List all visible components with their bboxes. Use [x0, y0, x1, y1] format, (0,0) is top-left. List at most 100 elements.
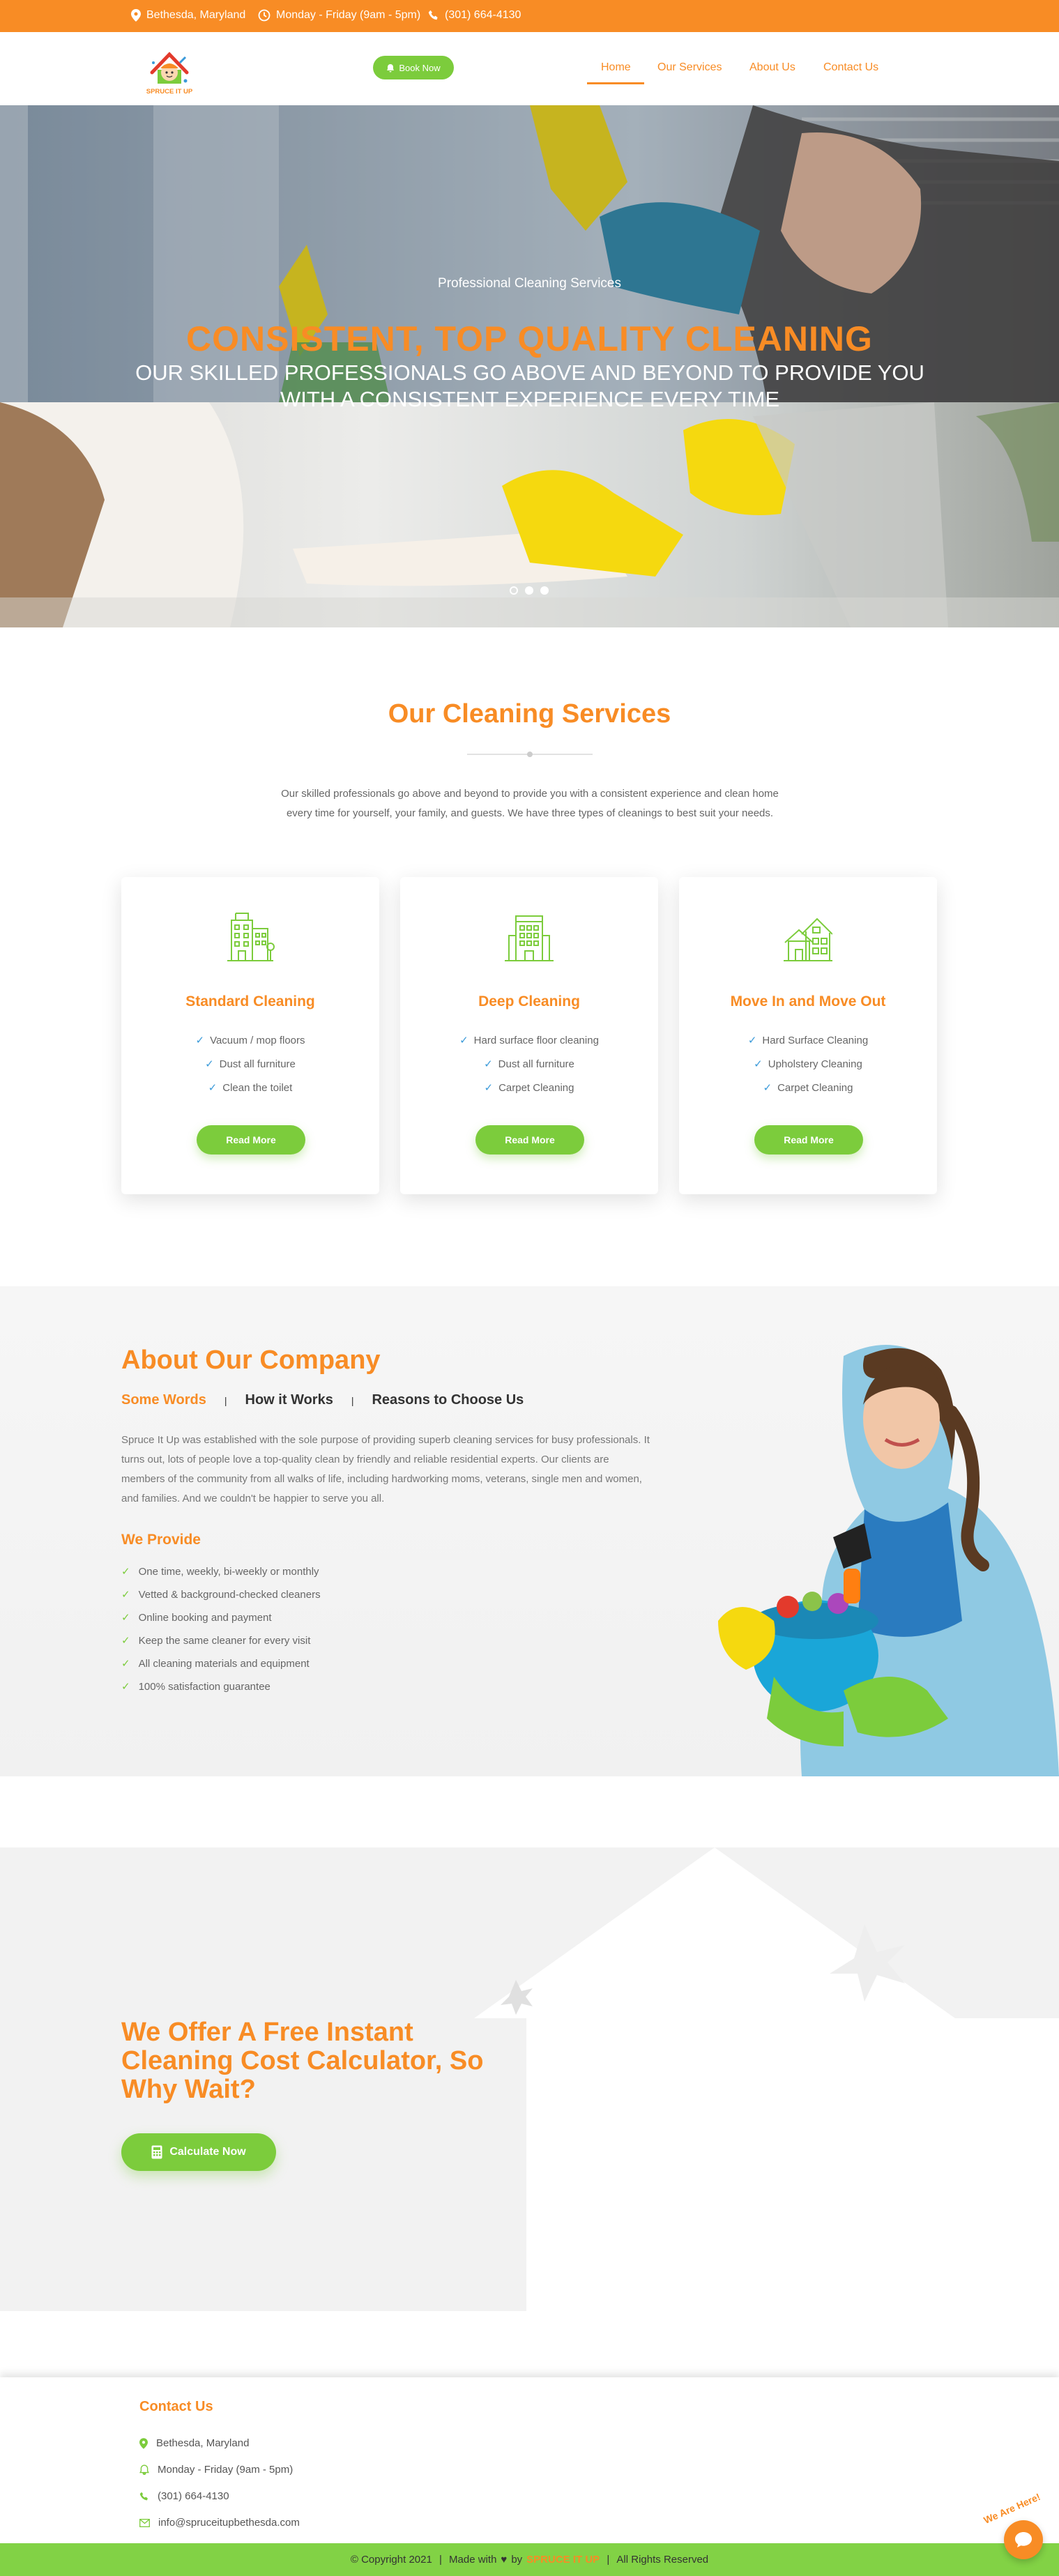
- copyright-separator: |: [436, 2554, 445, 2566]
- check-icon: ✓: [763, 1082, 772, 1094]
- check-icon: ✓: [484, 1082, 494, 1094]
- topbar-phone-text[interactable]: (301) 664-4130: [445, 9, 521, 22]
- list-item: ✓ Vacuum / mop floors: [195, 1035, 305, 1046]
- check-icon: ✓: [121, 1612, 130, 1624]
- footer-email-text[interactable]: info@spruceitupbethesda.com: [158, 2517, 300, 2529]
- by-text: by: [511, 2554, 523, 2566]
- topbar-hours-text: Monday - Friday (9am - 5pm): [276, 9, 421, 21]
- provide-title: We Provide: [121, 1532, 201, 1548]
- check-icon: ✓: [121, 1635, 130, 1647]
- tab-separator: |: [224, 1394, 227, 1406]
- house-shape-background: [474, 1847, 1059, 2311]
- about-tabs: Some Words | How it Works | Reasons to C…: [121, 1392, 524, 1408]
- tab-some-words[interactable]: Some Words: [121, 1392, 206, 1408]
- envelope-icon: [139, 2518, 150, 2527]
- service-card-list: ✓ Vacuum / mop floors ✓ Dust all furniture…: [121, 1029, 379, 1100]
- slider-dot-2[interactable]: [525, 586, 533, 595]
- footer-hours-text: Monday - Friday (9am - 5pm): [158, 2464, 294, 2476]
- service-card-standard: Standard Cleaning ✓ Vacuum / mop floors ✓…: [121, 877, 379, 1194]
- check-icon: ✓: [208, 1082, 218, 1094]
- nav-our-services[interactable]: Our Services: [657, 61, 722, 74]
- chat-bubble-icon: [1015, 2532, 1032, 2547]
- top-bar: Bethesda, Maryland Monday - Friday (9am …: [0, 0, 1059, 32]
- office-building-icon: [505, 915, 554, 961]
- section-divider-dot: [527, 752, 533, 757]
- service-card-title: Deep Cleaning: [478, 993, 580, 1009]
- bell-icon: [139, 2464, 149, 2475]
- topbar-location-text: Bethesda, Maryland: [146, 9, 246, 21]
- check-icon: ✓: [205, 1058, 214, 1070]
- book-now-label: Book Now: [399, 62, 441, 73]
- topbar-location: Bethesda, Maryland: [131, 9, 245, 22]
- service-card-title: Standard Cleaning: [185, 993, 315, 1009]
- footer-phone-text[interactable]: (301) 664-4130: [158, 2490, 229, 2502]
- logo-house-icon: SPRUCE IT UP: [146, 52, 193, 96]
- check-icon: ✓: [195, 1035, 205, 1046]
- tab-reasons[interactable]: Reasons to Choose Us: [372, 1392, 524, 1408]
- calculate-now-button[interactable]: Calculate Now: [121, 2133, 276, 2171]
- read-more-button[interactable]: Read More: [197, 1125, 305, 1154]
- check-icon: ✓: [747, 1035, 757, 1046]
- slider-dot-3[interactable]: [540, 586, 549, 595]
- calculator-title: We Offer A Free Instant Cleaning Cost Ca…: [121, 2018, 484, 2104]
- list-item: ✓ Carpet Cleaning: [484, 1082, 574, 1094]
- tab-how-it-works[interactable]: How it Works: [245, 1392, 333, 1408]
- rights-text: All Rights Reserved: [616, 2554, 709, 2566]
- logo[interactable]: SPRUCE IT UP: [139, 42, 199, 98]
- heart-icon: ♥: [501, 2554, 508, 2566]
- book-now-button[interactable]: Book Now: [373, 56, 454, 79]
- list-item: ✓ Online booking and payment: [121, 1612, 272, 1624]
- copyright-text: © Copyright 2021: [350, 2554, 432, 2566]
- check-icon: ✓: [121, 1566, 130, 1578]
- footer-phone[interactable]: (301) 664-4130: [139, 2490, 229, 2502]
- list-item: ✓ Upholstery Cleaning: [754, 1058, 862, 1070]
- logo-text: SPRUCE IT UP: [146, 88, 193, 96]
- list-item: ✓ Keep the same cleaner for every visit: [121, 1635, 311, 1647]
- phone-icon: [139, 2492, 148, 2500]
- slider-dot-1[interactable]: [510, 586, 518, 595]
- header: SPRUCE IT UP Book Now Home Our Services …: [0, 32, 1059, 105]
- calculate-now-label: Calculate Now: [169, 2146, 246, 2158]
- hero-description: OUR SKILLED PROFESSIONALS GO ABOVE AND B…: [135, 360, 924, 411]
- tab-separator: |: [351, 1394, 354, 1406]
- read-more-button[interactable]: Read More: [754, 1125, 863, 1154]
- copyright-brand[interactable]: SPRUCE IT UP: [526, 2554, 600, 2566]
- hero-slider[interactable]: Professional Cleaning Services CONSISTEN…: [0, 105, 1059, 627]
- about-text: Spruce It Up was established with the so…: [121, 1434, 650, 1504]
- list-item: ✓ 100% satisfaction guarantee: [121, 1681, 271, 1693]
- copyright-bar: © Copyright 2021 | Made with ♥ by SPRUCE…: [0, 2543, 1059, 2576]
- list-item: ✓ Vetted & background-checked cleaners: [121, 1589, 321, 1601]
- topbar-phone[interactable]: (301) 664-4130: [428, 9, 521, 22]
- list-item: ✓ One time, weekly, bi-weekly or monthly: [121, 1566, 319, 1578]
- service-card-move: Move In and Move Out ✓ Hard Surface Clean…: [679, 877, 937, 1194]
- bell-icon: [387, 63, 395, 72]
- about-title: About Our Company: [121, 1346, 381, 1375]
- calculator-icon: [151, 2145, 162, 2159]
- copyright-separator: |: [604, 2554, 613, 2566]
- footer: Contact Us Bethesda, Maryland Monday - F…: [0, 2377, 1059, 2543]
- chat-button[interactable]: [1004, 2520, 1043, 2559]
- services-title: Our Cleaning Services: [388, 699, 671, 729]
- list-item: ✓ All cleaning materials and equipment: [121, 1658, 310, 1670]
- footer-location: Bethesda, Maryland: [139, 2437, 249, 2449]
- hero-subtitle: Professional Cleaning Services: [438, 276, 621, 291]
- made-with-text: Made with: [449, 2554, 497, 2566]
- map-pin-icon: [139, 2437, 148, 2449]
- check-icon: ✓: [121, 1658, 130, 1670]
- calculator-section: We Offer A Free Instant Cleaning Cost Ca…: [0, 1847, 1059, 2311]
- check-icon: ✓: [121, 1681, 130, 1693]
- slider-dots: [510, 586, 549, 595]
- hero-title: CONSISTENT, TOP QUALITY CLEANING: [186, 319, 873, 358]
- nav-active-indicator: [587, 82, 644, 84]
- nav-contact-us[interactable]: Contact Us: [823, 61, 878, 74]
- service-card-list: ✓ Hard Surface Cleaning ✓ Upholstery Clean…: [679, 1029, 937, 1100]
- read-more-button[interactable]: Read More: [475, 1125, 584, 1154]
- service-card-list: ✓ Hard surface floor cleaning ✓ Dust all f…: [400, 1029, 658, 1100]
- footer-hours: Monday - Friday (9am - 5pm): [139, 2464, 293, 2476]
- nav-about-us[interactable]: About Us: [749, 61, 795, 74]
- nav-home[interactable]: Home: [601, 61, 631, 74]
- service-card-title: Move In and Move Out: [730, 993, 886, 1009]
- list-item: ✓ Hard Surface Cleaning: [747, 1035, 869, 1046]
- clock-icon: [258, 9, 271, 22]
- footer-email[interactable]: info@spruceitupbethesda.com: [139, 2517, 300, 2529]
